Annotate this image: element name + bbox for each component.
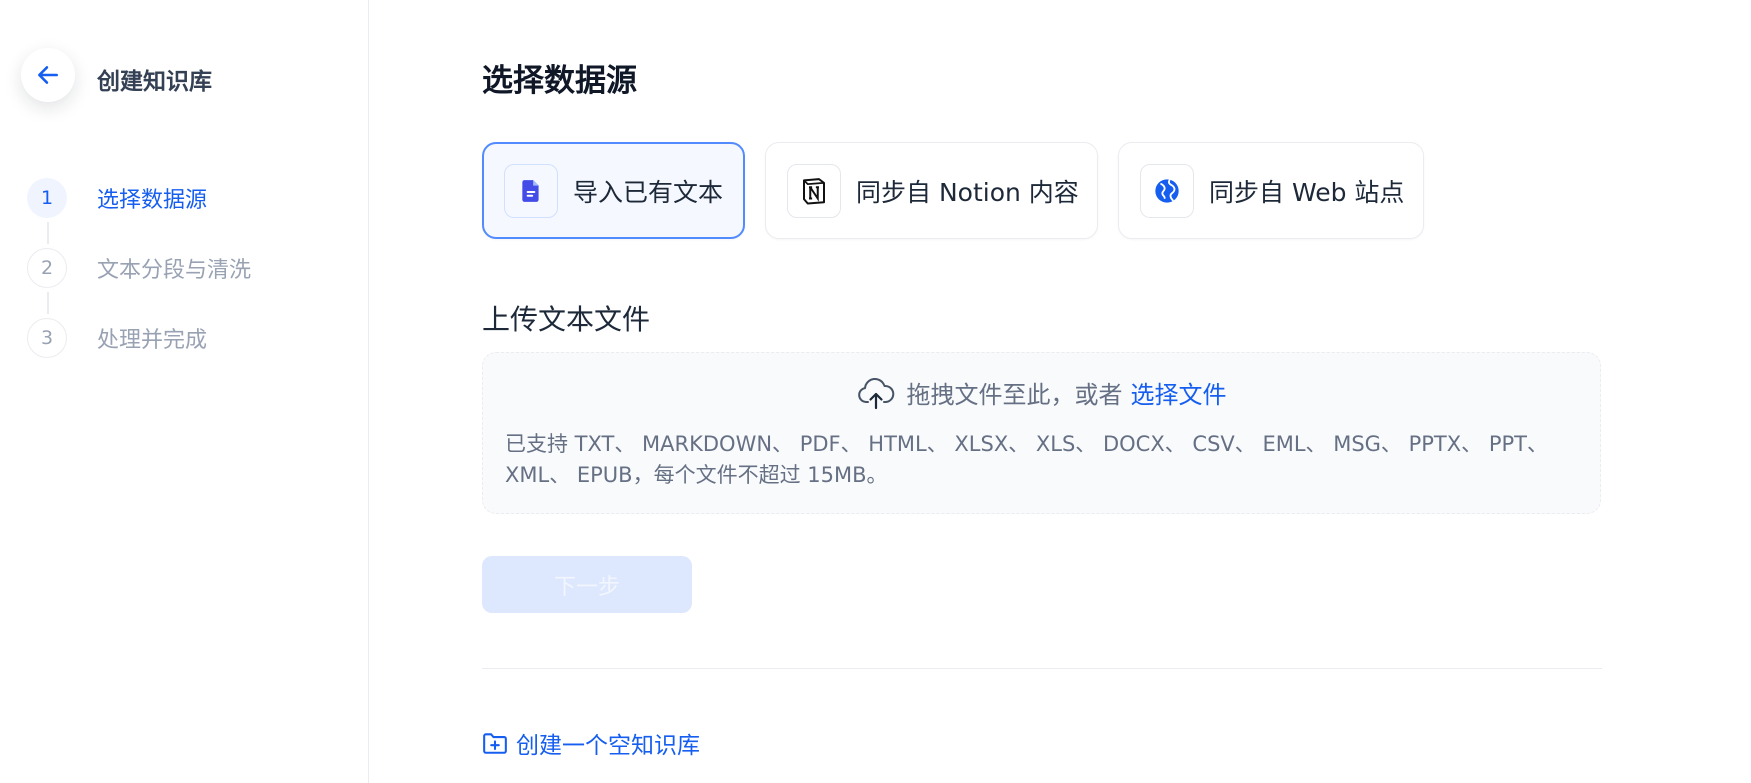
page-title: 选择数据源 (482, 63, 637, 99)
step-text-segment: 2 文本分段与清洗 (27, 248, 251, 288)
folder-plus-icon (483, 733, 507, 754)
create-empty-label: 创建一个空知识库 (516, 733, 700, 759)
web-globe-icon (1140, 163, 1194, 218)
document-icon (504, 163, 558, 218)
step-label: 选择数据源 (97, 188, 208, 213)
next-step-button[interactable]: 下一步 (482, 556, 692, 613)
back-button[interactable] (21, 48, 75, 102)
step-connector (47, 292, 49, 314)
step-process-finish: 3 处理并完成 (27, 318, 207, 358)
cloud-upload-icon (857, 377, 894, 409)
file-dropzone[interactable]: 拖拽文件至此，或者 选择文件 已支持 TXT、 MARKDOWN、 PDF、 H… (482, 352, 1601, 514)
step-number: 1 (27, 178, 67, 218)
step-label: 文本分段与清洗 (97, 258, 252, 283)
upload-section-title: 上传文本文件 (482, 303, 651, 336)
source-label: 导入已有文本 (573, 177, 724, 207)
source-label: 同步自 Web 站点 (1209, 177, 1405, 207)
notion-icon (787, 163, 841, 218)
sidebar-title: 创建知识库 (97, 69, 212, 95)
source-card-web[interactable]: 同步自 Web 站点 (1118, 142, 1424, 239)
source-card-import-text[interactable]: 导入已有文本 (482, 142, 745, 239)
supported-formats-text: 已支持 TXT、 MARKDOWN、 PDF、 HTML、 XLSX、 XLS、… (505, 432, 1548, 487)
create-empty-knowledge-link[interactable]: 创建一个空知识库 (482, 726, 700, 760)
step-select-source: 1 选择数据源 (27, 178, 207, 218)
step-connector (47, 222, 49, 244)
step-label: 处理并完成 (97, 328, 208, 353)
step-number: 2 (27, 248, 67, 288)
divider (482, 668, 1602, 669)
source-card-notion[interactable]: 同步自 Notion 内容 (765, 142, 1098, 239)
sidebar: 创建知识库 1 选择数据源 2 文本分段与清洗 3 处理并完成 (0, 0, 369, 783)
step-number: 3 (27, 318, 67, 358)
arrow-left-icon (38, 66, 58, 84)
select-file-link[interactable]: 选择文件 (1131, 375, 1227, 410)
source-label: 同步自 Notion 内容 (856, 177, 1079, 207)
drop-instruction: 拖拽文件至此，或者 (906, 381, 1123, 409)
